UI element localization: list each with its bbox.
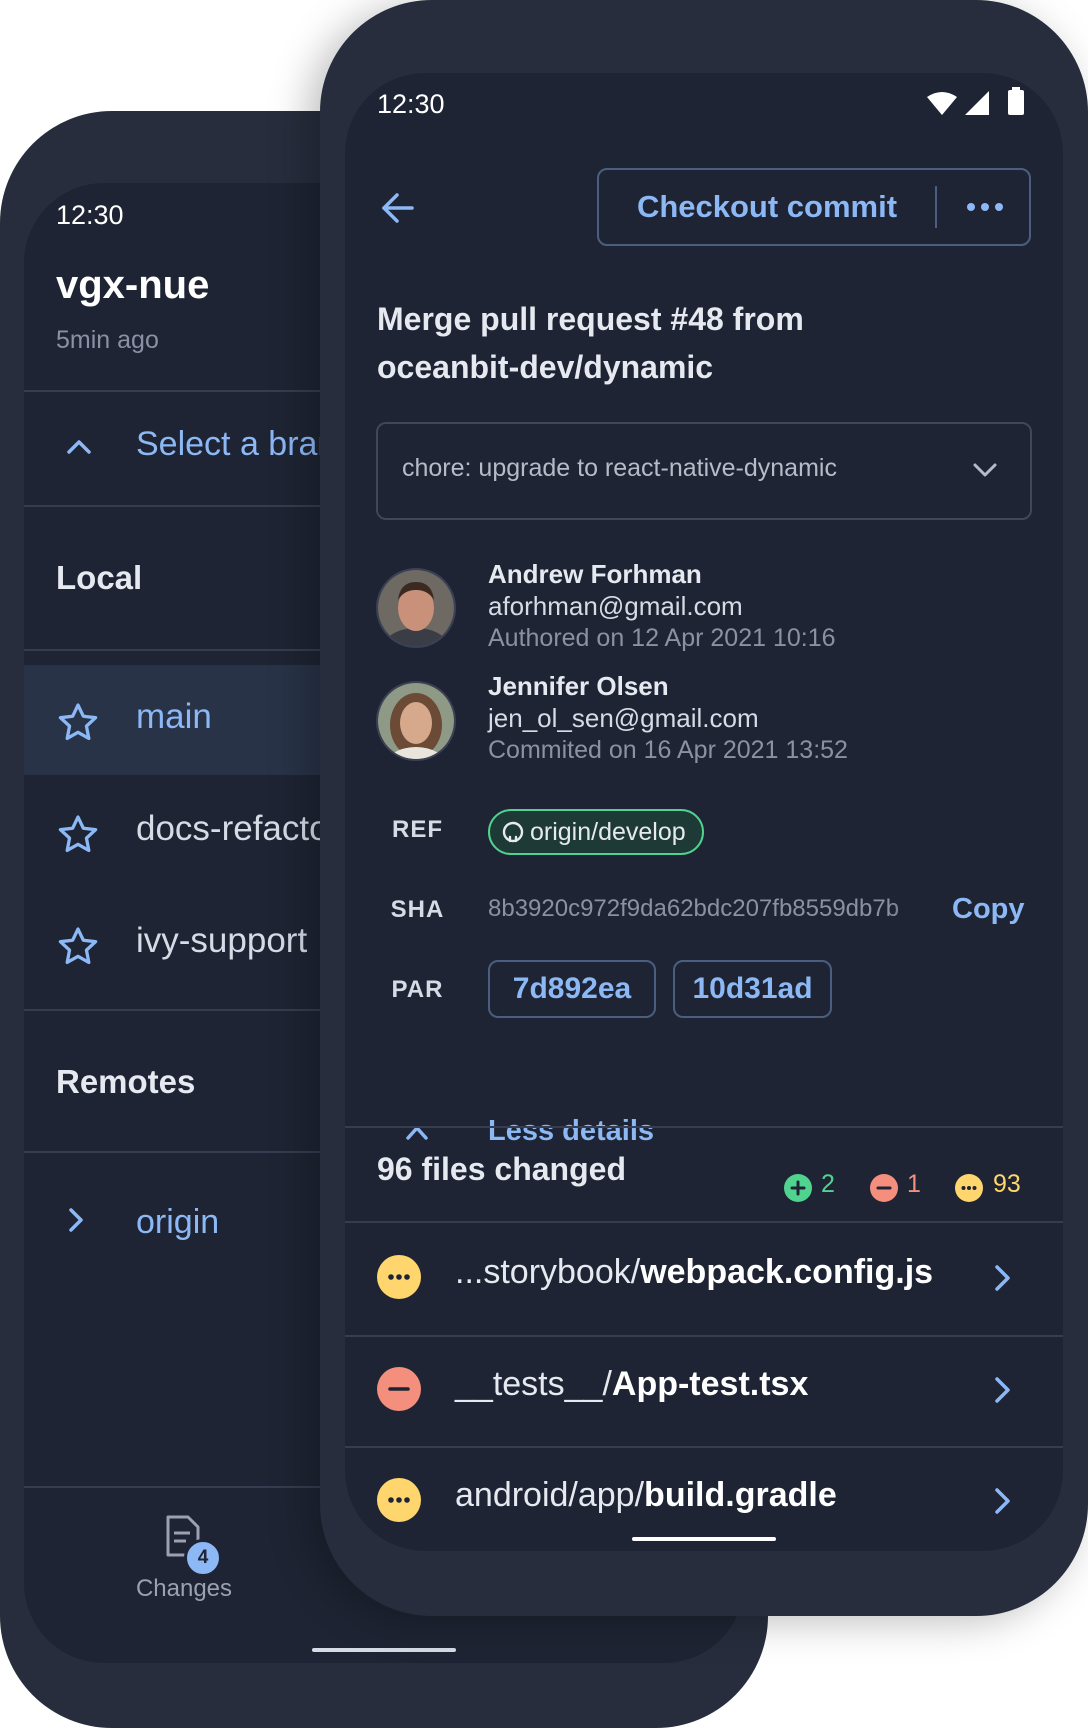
file-row[interactable]: ...storybook/webpack.config.js: [345, 1223, 1063, 1333]
back-arrow-icon[interactable]: [381, 192, 415, 224]
branch-label: ivy-support: [136, 921, 308, 960]
files-changed-label: 96 files changed: [377, 1151, 626, 1187]
github-icon: [502, 821, 524, 843]
sha-fade: [891, 895, 931, 929]
modified-count: 93: [993, 1170, 1021, 1198]
local-heading: Local: [56, 559, 143, 596]
file-dir: android/app/: [455, 1476, 645, 1514]
chevron-right-icon: [69, 1208, 83, 1232]
file-name: webpack.config.js: [640, 1253, 934, 1291]
branch-label: docs-refactor: [136, 809, 341, 848]
removed-status-icon: [377, 1367, 421, 1411]
more-dots-icon: [967, 203, 1003, 211]
status-time: 12:30: [56, 200, 124, 230]
signal-icon: [965, 91, 989, 115]
parent-commit-button[interactable]: 7d892ea: [488, 960, 656, 1018]
copy-sha-button[interactable]: Copy: [952, 893, 1025, 926]
commit-title: Merge pull request #48 from oceanbit-dev…: [377, 301, 804, 385]
added-count: 2: [821, 1170, 835, 1198]
sha-label: SHA: [390, 896, 445, 923]
star-icon[interactable]: [56, 701, 100, 745]
author-email: aforhman@gmail.com: [488, 591, 743, 621]
home-indicator[interactable]: [632, 1537, 776, 1541]
status-time: 12:30: [377, 89, 445, 119]
chevron-up-icon: [67, 440, 91, 454]
file-row[interactable]: __tests__/App-test.tsx: [345, 1335, 1063, 1445]
wifi-icon: [927, 92, 957, 115]
nav-changes-label: Changes: [135, 1575, 233, 1602]
author-info: Andrew Forhman aforhman@gmail.com Author…: [488, 558, 836, 654]
file-name: App-test.tsx: [611, 1365, 809, 1403]
remote-label: origin: [136, 1203, 220, 1241]
committer-email: jen_ol_sen@gmail.com: [488, 703, 759, 733]
file-path: android/app/build.gradle: [455, 1476, 837, 1515]
file-path: ...storybook/webpack.config.js: [455, 1253, 933, 1292]
committer-avatar: [376, 681, 456, 761]
modified-icon: [955, 1174, 983, 1202]
committer-info: Jennifer Olsen jen_ol_sen@gmail.com Comm…: [488, 670, 848, 766]
modified-status-icon: [377, 1478, 421, 1522]
file-row[interactable]: android/app/build.gradle: [345, 1446, 1063, 1551]
chevron-right-icon: [995, 1377, 1010, 1403]
file-dir: __tests__/: [455, 1365, 612, 1403]
modified-status-icon: [377, 1255, 421, 1299]
nav-changes-tab[interactable]: 4 Changes: [114, 1513, 254, 1623]
added-icon: [784, 1174, 812, 1202]
removed-icon: [870, 1174, 898, 1202]
repo-name: vgx-nue: [56, 263, 210, 307]
ref-value: origin/develop: [530, 817, 686, 846]
chevron-down-icon: [973, 463, 997, 477]
less-details-label: Less details: [488, 1115, 655, 1147]
sha-value: 8b3920c972f9da62bdc207fb8559db7b: [488, 895, 900, 922]
front-phone-screen: 12:30 Checkout commit Merge pull request…: [345, 73, 1063, 1551]
divider: [345, 1126, 1063, 1128]
ref-label: REF: [392, 816, 443, 843]
parent-commit-button[interactable]: 10d31ad: [673, 960, 832, 1018]
checkout-button-group: Checkout commit: [597, 168, 1031, 246]
commit-message-dropdown[interactable]: chore: upgrade to react-native-dynamic: [376, 422, 1032, 520]
file-path: __tests__/App-test.tsx: [455, 1365, 808, 1404]
par-label: PAR: [391, 976, 444, 1003]
author-date: Authored on 12 Apr 2021 10:16: [488, 624, 836, 652]
home-indicator[interactable]: [312, 1648, 456, 1652]
chevron-right-icon: [995, 1265, 1010, 1291]
removed-count: 1: [907, 1170, 921, 1198]
chevron-right-icon: [995, 1488, 1010, 1514]
battery-icon: [1008, 87, 1024, 115]
file-name: build.gradle: [644, 1476, 837, 1514]
checkout-commit-button[interactable]: Checkout commit: [599, 170, 935, 244]
author-name: Andrew Forhman: [488, 559, 702, 589]
more-options-button[interactable]: [937, 170, 1029, 244]
star-icon[interactable]: [56, 813, 100, 857]
author-avatar: [376, 568, 456, 648]
sha-field: 8b3920c972f9da62bdc207fb8559db7b: [488, 895, 931, 929]
file-dir: ...storybook/: [455, 1253, 641, 1291]
ref-badge[interactable]: origin/develop: [488, 809, 704, 855]
remotes-heading: Remotes: [56, 1063, 196, 1100]
committer-date: Commited on 16 Apr 2021 13:52: [488, 736, 848, 764]
committer-name: Jennifer Olsen: [488, 671, 669, 701]
changes-count-badge: 4: [184, 1539, 222, 1577]
star-icon[interactable]: [56, 925, 100, 969]
repo-updated: 5min ago: [56, 326, 159, 354]
branch-label: main: [136, 697, 212, 736]
commit-message-preview: chore: upgrade to react-native-dynamic: [402, 454, 837, 482]
